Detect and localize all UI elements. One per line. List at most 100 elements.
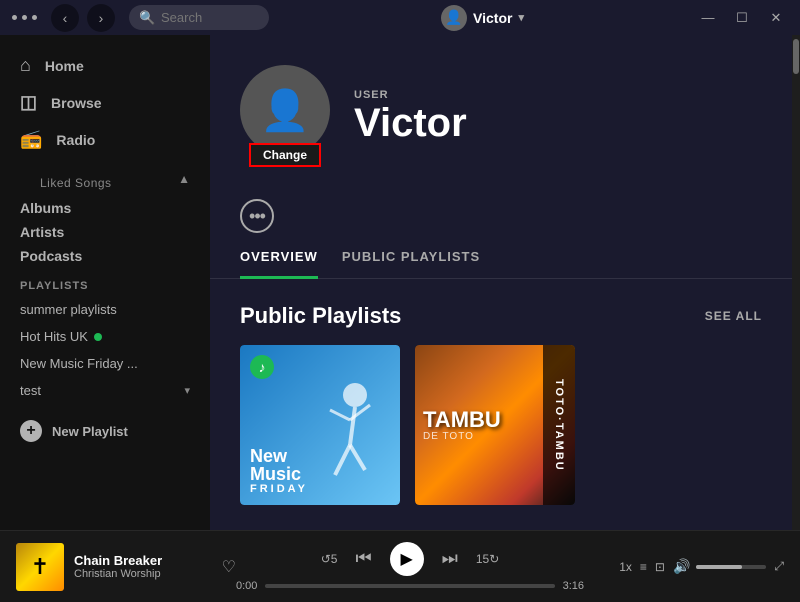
np-artist-name: Christian Worship xyxy=(74,568,212,580)
np-album-art: ✝ xyxy=(16,543,64,591)
radio-icon: 📻 xyxy=(20,129,42,150)
np-time-total: 3:16 xyxy=(563,580,584,592)
np-track-title: Chain Breaker xyxy=(74,553,212,568)
play-pause-button[interactable]: ▶ xyxy=(390,542,424,576)
playlist-item-summer[interactable]: summer playlists xyxy=(0,296,210,323)
skip-back-button[interactable]: ⏮ xyxy=(355,548,371,569)
forward-15-button[interactable]: 15↻ xyxy=(476,552,499,566)
see-all-button[interactable]: SEE ALL xyxy=(705,309,762,323)
window-controls: — ☐ ✕ xyxy=(696,6,788,30)
np-track-info: ✝ Chain Breaker Christian Worship ♡ xyxy=(16,543,236,591)
np-controls: ↺5 ⏮ ▶ ⏭ 15↻ xyxy=(321,542,500,576)
sidebar-radio-label: Radio xyxy=(56,132,95,148)
np-progress: 0:00 3:16 xyxy=(236,580,584,592)
queue-button[interactable]: ≡ xyxy=(640,560,647,574)
new-playlist-button[interactable]: + New Playlist xyxy=(0,412,210,450)
profile-section: 👤 Change USER Victor xyxy=(210,35,792,155)
change-photo-button[interactable]: Change xyxy=(249,143,321,167)
speed-button[interactable]: 1x xyxy=(619,560,632,574)
app-body: ⌂ Home ◫ Browse 📻 Radio Liked Songs ▲ Al… xyxy=(0,35,800,530)
volume-icon[interactable]: 🔊 xyxy=(673,558,690,575)
skip-forward-button[interactable]: ⏭ xyxy=(442,548,458,569)
dancer-figure xyxy=(295,375,395,505)
scrollbar-thumb[interactable] xyxy=(793,39,799,74)
window-dots xyxy=(12,15,37,20)
volume-control: 🔊 xyxy=(673,558,766,575)
liked-songs-label: Liked Songs xyxy=(20,168,132,190)
title-bar-left: ‹ › 🔍 xyxy=(12,4,269,32)
search-wrap: 🔍 xyxy=(129,5,269,30)
np-time-current: 0:00 xyxy=(236,580,257,592)
plus-icon: + xyxy=(20,420,42,442)
more-options-button[interactable]: ••• xyxy=(240,199,274,233)
search-input[interactable] xyxy=(129,5,269,30)
sidebar-home-label: Home xyxy=(45,58,84,74)
close-button[interactable]: ✕ xyxy=(764,6,788,30)
sidebar: ⌂ Home ◫ Browse 📻 Radio Liked Songs ▲ Al… xyxy=(0,35,210,530)
now-playing-bar: ✝ Chain Breaker Christian Worship ♡ ↺5 ⏮… xyxy=(0,530,800,602)
playlist-label-new-music: New Music Friday ... xyxy=(20,356,138,371)
np-right-controls: 1x ≡ ⊡ 🔊 ⤢ xyxy=(584,558,784,575)
np-info: Chain Breaker Christian Worship xyxy=(74,553,212,580)
nav-forward-button[interactable]: › xyxy=(87,4,115,32)
sidebar-item-artists[interactable]: Artists xyxy=(0,220,210,244)
dot-1 xyxy=(12,15,17,20)
user-avatar: 👤 xyxy=(441,5,467,31)
main-wrapper: 👤 Change USER Victor ••• OVERVIEW PUBLIC… xyxy=(210,35,800,530)
nmf-card-image: ♪ xyxy=(240,345,400,505)
playlist-label-hot-hits: Hot Hits UK xyxy=(20,329,88,344)
playlist-card-tambu[interactable]: TAMBU DE TOTO TOTO·TAMBU xyxy=(415,345,590,505)
replay-5-button[interactable]: ↺5 xyxy=(321,552,338,566)
nmf-music-text: Music xyxy=(250,465,308,483)
chevron-down-icon[interactable]: ▾ xyxy=(518,11,524,24)
collapse-icon[interactable]: ▲ xyxy=(178,172,190,186)
sidebar-item-podcasts[interactable]: Podcasts xyxy=(0,244,210,268)
nmf-friday-text: FRIDAY xyxy=(250,483,308,495)
minimize-button[interactable]: — xyxy=(696,6,720,30)
tab-overview[interactable]: OVERVIEW xyxy=(240,249,318,279)
sidebar-item-albums[interactable]: Albums xyxy=(0,196,210,220)
sidebar-item-radio[interactable]: 📻 Radio xyxy=(0,121,210,158)
volume-bar-fill xyxy=(696,565,742,569)
browse-icon: ◫ xyxy=(20,92,37,113)
nav-controls: ‹ › xyxy=(51,4,115,32)
playlist-item-hot-hits[interactable]: Hot Hits UK xyxy=(0,323,210,350)
sidebar-item-browse[interactable]: ◫ Browse xyxy=(0,84,210,121)
title-bar: ‹ › 🔍 👤 Victor ▾ — ☐ ✕ xyxy=(0,0,800,35)
toto-vertical-text: TOTO·TAMBU xyxy=(553,379,565,472)
dot-3 xyxy=(32,15,37,20)
public-playlists-title: Public Playlists xyxy=(240,303,401,329)
playlist-item-new-music[interactable]: New Music Friday ... xyxy=(0,350,210,377)
green-dot-icon xyxy=(94,333,102,341)
playlist-label-test: test xyxy=(20,383,41,398)
chevron-down-icon-test[interactable]: ▾ xyxy=(184,384,190,397)
library-section: Liked Songs ▲ xyxy=(0,166,210,196)
podcasts-label: Podcasts xyxy=(20,248,82,264)
progress-bar[interactable] xyxy=(265,584,554,588)
np-album-art-inner: ✝ xyxy=(16,543,64,591)
playlist-card-nmf[interactable]: ♪ xyxy=(240,345,415,505)
tab-public-playlists[interactable]: PUBLIC PLAYLISTS xyxy=(342,249,480,279)
np-heart-button[interactable]: ♡ xyxy=(222,557,236,577)
profile-avatar: 👤 Change xyxy=(240,65,330,155)
sidebar-item-home[interactable]: ⌂ Home xyxy=(0,47,210,84)
sidebar-browse-label: Browse xyxy=(51,95,102,111)
fullscreen-button[interactable]: ⤢ xyxy=(774,559,784,574)
profile-actions: ••• xyxy=(210,179,792,233)
user-name-label: Victor xyxy=(473,10,512,26)
nmf-text-block: New Music FRIDAY xyxy=(250,447,308,495)
sidebar-top: ⌂ Home ◫ Browse 📻 Radio xyxy=(0,35,210,166)
sidebar-scroll: Liked Songs ▲ Albums Artists Podcasts PL… xyxy=(0,166,210,530)
right-scrollbar[interactable] xyxy=(792,35,800,530)
albums-label: Albums xyxy=(20,200,71,216)
maximize-button[interactable]: ☐ xyxy=(730,6,754,30)
playlists-section: PLAYLISTS summer playlists Hot Hits UK N… xyxy=(0,268,210,408)
nav-back-button[interactable]: ‹ xyxy=(51,4,79,32)
new-playlist-label: New Playlist xyxy=(52,424,128,439)
volume-bar[interactable] xyxy=(696,565,766,569)
playlist-item-test[interactable]: test ▾ xyxy=(0,377,210,404)
np-center: ↺5 ⏮ ▶ ⏭ 15↻ 0:00 3:16 xyxy=(236,542,584,592)
devices-button[interactable]: ⊡ xyxy=(655,560,665,574)
tabs-bar: OVERVIEW PUBLIC PLAYLISTS xyxy=(210,233,792,279)
playlist-item-left: Hot Hits UK xyxy=(20,329,102,344)
